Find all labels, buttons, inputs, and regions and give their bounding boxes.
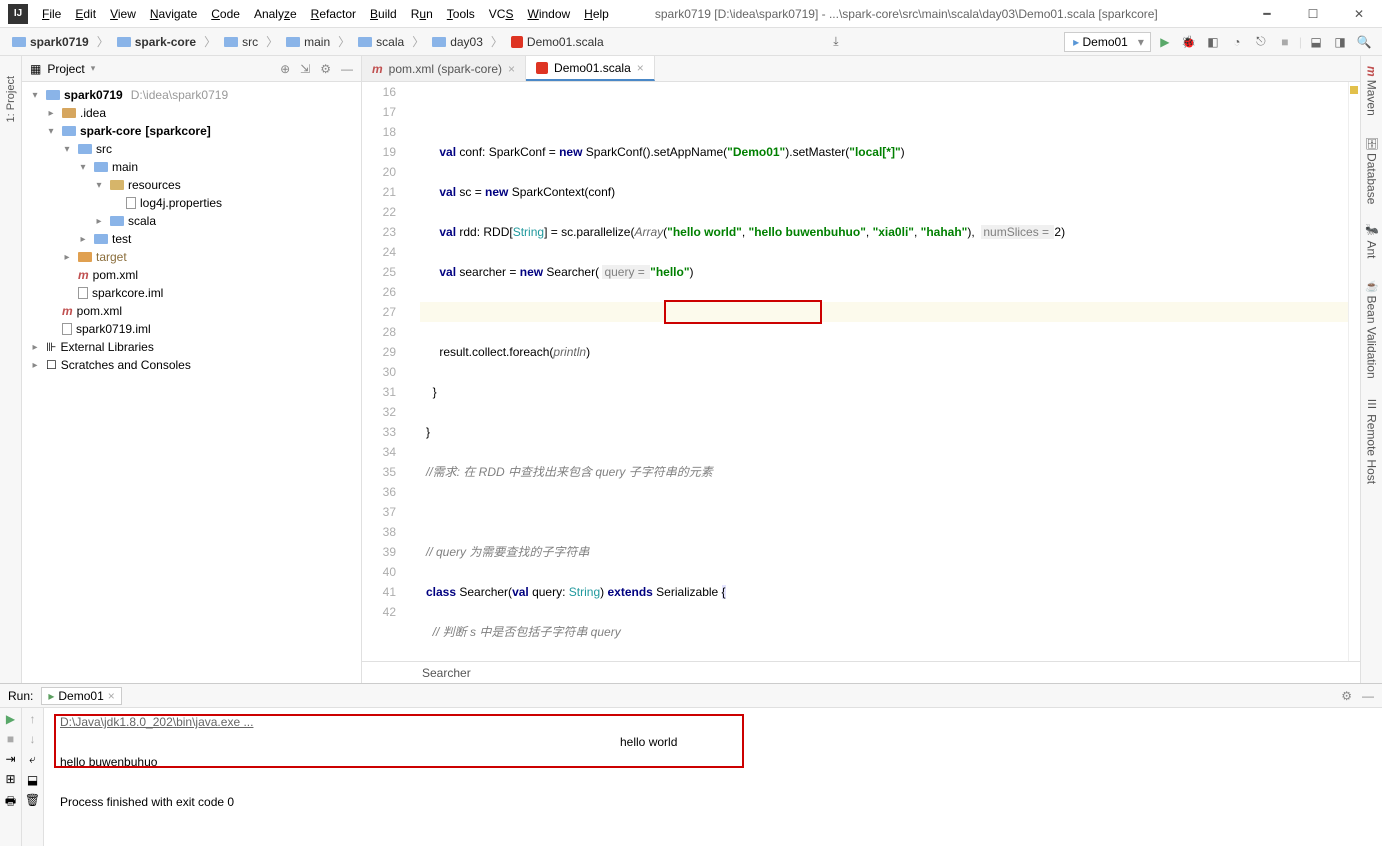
editor-tab-bar: mpom.xml (spark-core)× Demo01.scala× [362, 56, 1360, 82]
crumb-1[interactable]: spark-core [113, 33, 200, 51]
tree-module[interactable]: ▾spark-core [sparkcore] [22, 122, 361, 140]
search-everywhere-icon[interactable]: 🔍 [1354, 32, 1374, 52]
tree-iml-root[interactable]: spark0719.iml [22, 320, 361, 338]
menu-build[interactable]: Build [364, 3, 403, 25]
tree-resources[interactable]: ▾resources [22, 176, 361, 194]
menu-file[interactable]: File [36, 3, 67, 25]
tree-main[interactable]: ▾main [22, 158, 361, 176]
layout-icon[interactable]: ⊞ [5, 772, 15, 786]
rail-maven[interactable]: m Maven [1365, 66, 1379, 116]
rail-ant[interactable]: 🐜 Ant [1365, 224, 1379, 259]
menu-run[interactable]: Run [405, 3, 439, 25]
left-tool-rail: 1: Project [0, 56, 22, 683]
editor-area: mpom.xml (spark-core)× Demo01.scala× 161… [362, 56, 1360, 683]
up-icon[interactable]: ↑ [30, 712, 36, 726]
run-hide-icon[interactable]: — [1362, 689, 1374, 703]
crumb-file[interactable]: Demo01.scala [507, 33, 608, 51]
menu-code[interactable]: Code [205, 3, 246, 25]
scroll-icon[interactable]: ⬓ [27, 773, 38, 787]
run-action-rail: ▶ ■ ⇥ ⊞ 🖶 [0, 708, 22, 846]
menu-refactor[interactable]: Refactor [305, 3, 362, 25]
menu-bar: File Edit View Navigate Code Analyze Ref… [36, 3, 615, 25]
tree-pom-root[interactable]: mpom.xml [22, 302, 361, 320]
menu-analyze[interactable]: Analyze [248, 3, 303, 25]
close-icon[interactable]: × [508, 62, 515, 76]
run-config-selector[interactable]: ▸ Demo01▾ [1064, 32, 1151, 52]
code-editor[interactable]: 1617181920212223242526272829303132333435… [362, 82, 1360, 661]
git-update-icon[interactable]: ⬓ [1306, 32, 1326, 52]
tab-pom[interactable]: mpom.xml (spark-core)× [362, 56, 526, 81]
rail-project[interactable]: 1: Project [5, 76, 17, 122]
menu-navigate[interactable]: Navigate [144, 3, 203, 25]
menu-vcs[interactable]: VCS [483, 3, 520, 25]
menu-tools[interactable]: Tools [441, 3, 481, 25]
rail-remote[interactable]: ☰ Remote Host [1365, 398, 1379, 484]
git-commit-icon[interactable]: ◨ [1330, 32, 1350, 52]
editor-breadcrumb[interactable]: Searcher [362, 661, 1360, 683]
right-tool-rail: m Maven 🗄 Database 🐜 Ant ☕ Bean Validati… [1360, 56, 1382, 683]
collapse-icon[interactable]: ⇲ [300, 62, 310, 76]
exit-icon[interactable]: ⇥ [5, 752, 15, 766]
line-gutter[interactable]: 1617181920212223242526272829303132333435… [362, 82, 406, 661]
tree-scala[interactable]: ▸scala [22, 212, 361, 230]
minimize-button[interactable]: ━ [1244, 0, 1290, 28]
tree-src[interactable]: ▾src [22, 140, 361, 158]
tree-idea[interactable]: ▸.idea [22, 104, 361, 122]
tree-iml-core[interactable]: sparkcore.iml [22, 284, 361, 302]
close-button[interactable]: ✕ [1336, 0, 1382, 28]
window-title: spark0719 [D:\idea\spark0719] - ...\spar… [655, 7, 1244, 21]
console-highlight-box [54, 714, 744, 768]
tree-scratches[interactable]: ▸☐Scratches and Consoles [22, 356, 361, 374]
tree-pom-core[interactable]: mpom.xml [22, 266, 361, 284]
run-tab[interactable]: ▸Demo01 × [41, 687, 121, 705]
menu-view[interactable]: View [104, 3, 142, 25]
tree-root[interactable]: ▾spark0719D:\idea\spark0719 [22, 86, 361, 104]
stop-button[interactable]: ■ [1275, 32, 1295, 52]
profile-icon[interactable]: ◔ [1227, 32, 1247, 52]
pin-icon[interactable]: 🖶 [5, 792, 16, 813]
tree-test[interactable]: ▸test [22, 230, 361, 248]
marker-stripe[interactable] [1348, 82, 1360, 661]
project-pane: ▦Project▾ ⊕ ⇲ ⚙ — ▾spark0719D:\idea\spar… [22, 56, 362, 683]
hide-icon[interactable]: — [341, 62, 353, 76]
rerun-icon[interactable]: ▶ [6, 712, 15, 726]
run-nav-rail: ↑ ↓ ⤶ ⬓ 🗑 [22, 708, 44, 846]
run-label: Run: [8, 689, 33, 703]
tree-log4j[interactable]: log4j.properties [22, 194, 361, 212]
crumb-root[interactable]: spark0719 [8, 33, 93, 51]
attach-icon[interactable]: ⎋ [1251, 32, 1271, 52]
menu-window[interactable]: Window [521, 3, 576, 25]
run-gear-icon[interactable]: ⚙ [1341, 689, 1352, 703]
down-icon[interactable]: ↓ [30, 732, 36, 746]
debug-button[interactable]: 🐞 [1179, 32, 1199, 52]
gear-icon[interactable]: ⚙ [320, 62, 331, 76]
tree-ext[interactable]: ▸⊪External Libraries [22, 338, 361, 356]
run-console[interactable]: D:\Java\jdk1.8.0_202\bin\java.exe ... he… [44, 708, 1382, 846]
stop-icon[interactable]: ■ [7, 732, 14, 746]
rail-database[interactable]: 🗄 Database [1365, 136, 1379, 204]
coverage-icon[interactable]: ◧ [1203, 32, 1223, 52]
run-tool-window: Run: ▸Demo01 × ⚙ — ▶ ■ ⇥ ⊞ 🖶 ↑ ↓ ⤶ ⬓ 🗑 D:… [0, 683, 1382, 846]
project-header[interactable]: ▦Project▾ ⊕ ⇲ ⚙ — [22, 56, 361, 82]
menu-help[interactable]: Help [578, 3, 615, 25]
run-button[interactable]: ▶ [1155, 32, 1175, 52]
tree-target[interactable]: ▸target [22, 248, 361, 266]
app-icon: IJ [8, 4, 28, 24]
nav-toolbar: spark0719〉 spark-core〉 src〉 main〉 scala〉… [0, 28, 1382, 56]
crumb-3[interactable]: main [282, 33, 334, 51]
project-tree[interactable]: ▾spark0719D:\idea\spark0719 ▸.idea ▾spar… [22, 82, 361, 683]
crumb-4[interactable]: scala [354, 33, 408, 51]
crumb-5[interactable]: day03 [428, 33, 487, 51]
rail-bean[interactable]: ☕ Bean Validation [1365, 279, 1379, 379]
menu-edit[interactable]: Edit [69, 3, 102, 25]
title-bar: IJ File Edit View Navigate Code Analyze … [0, 0, 1382, 28]
crumb-2[interactable]: src [220, 33, 262, 51]
scope-icon[interactable]: ⊕ [280, 62, 290, 76]
softwrap-icon[interactable]: ⤶ [29, 752, 36, 767]
tab-demo[interactable]: Demo01.scala× [526, 56, 655, 81]
maximize-button[interactable]: ☐ [1290, 0, 1336, 28]
trash-icon[interactable]: 🗑 [25, 793, 40, 807]
build-icon[interactable]: ⤓ [826, 32, 846, 52]
close-icon[interactable]: × [637, 61, 644, 75]
